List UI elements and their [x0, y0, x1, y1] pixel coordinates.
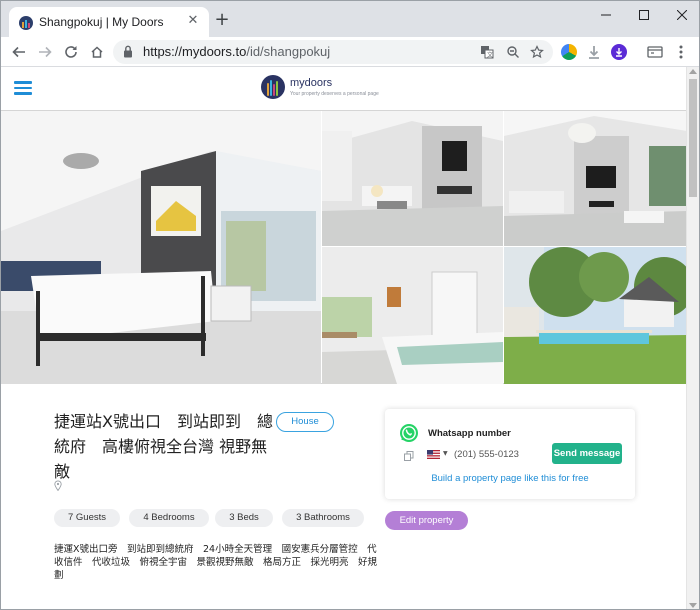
- browser-toolbar: https://mydoors.to/id/shangpokuj 文: [1, 37, 699, 67]
- whatsapp-label: Whatsapp number: [428, 428, 511, 439]
- scroll-up-icon[interactable]: [689, 69, 697, 74]
- translate-icon[interactable]: 文: [479, 44, 495, 60]
- lock-icon: [124, 45, 132, 58]
- country-dropdown-icon[interactable]: ▼: [443, 450, 448, 457]
- photo-gallery: [1, 110, 687, 384]
- zoom-icon[interactable]: [505, 44, 521, 60]
- maximize-icon[interactable]: [625, 1, 663, 29]
- tab-strip: Shangpokuj | My Doors ✕ +: [1, 1, 699, 37]
- profile-icon[interactable]: [647, 44, 663, 60]
- forward-icon[interactable]: [35, 42, 55, 62]
- home-icon[interactable]: [87, 42, 107, 62]
- hamburger-menu-icon[interactable]: [14, 81, 32, 95]
- phone-number: (201) 555-0123: [454, 449, 519, 460]
- scroll-down-icon[interactable]: [689, 603, 697, 608]
- gallery-photo-exterior[interactable]: [504, 247, 687, 384]
- brand-name: mydoors: [290, 77, 333, 89]
- brand-tagline: Your property deserves a personal page: [290, 91, 379, 97]
- edit-property-button[interactable]: Edit property: [385, 511, 468, 530]
- gallery-photo-main[interactable]: [1, 111, 321, 384]
- address-bar[interactable]: https://mydoors.to/id/shangpokuj 文: [113, 40, 553, 64]
- svg-text:文: 文: [487, 51, 493, 59]
- property-title: 捷運站X號出口 到站即到 總統府 高樓俯視全台灣 視野無敵: [54, 412, 273, 481]
- build-property-page-link[interactable]: Build a property page like this for free: [385, 472, 635, 486]
- back-icon[interactable]: [9, 42, 29, 62]
- download-icon[interactable]: [586, 44, 602, 60]
- whatsapp-icon: [400, 424, 418, 442]
- feature-beds: 3 Beds: [215, 509, 273, 527]
- window-controls: [587, 1, 699, 29]
- copy-icon[interactable]: [404, 451, 414, 461]
- menu-icon[interactable]: [673, 44, 689, 60]
- gallery-photo-bedroom-2[interactable]: [322, 247, 503, 384]
- tab-title: Shangpokuj | My Doors: [39, 15, 164, 29]
- page-scrollbar[interactable]: [686, 67, 699, 609]
- mydoors-logo-icon: [261, 75, 285, 99]
- gallery-photo-living-1[interactable]: [322, 111, 503, 246]
- browser-tab[interactable]: Shangpokuj | My Doors ✕: [9, 7, 209, 37]
- star-icon[interactable]: [529, 44, 545, 60]
- location-pin-icon: [54, 480, 62, 491]
- close-window-icon[interactable]: [663, 1, 699, 29]
- feature-bedrooms: 4 Bedrooms: [129, 509, 209, 527]
- send-message-button[interactable]: Send message: [552, 443, 622, 464]
- gallery-photo-living-2[interactable]: [504, 111, 687, 246]
- page-content: mydoors Your property deserves a persona…: [1, 67, 687, 609]
- property-description: 捷運X號出口旁 到站即到總統府 24小時全天管理 國安憲兵分層管控 代收信件 代…: [54, 544, 378, 581]
- scrollbar-thumb[interactable]: [689, 79, 697, 197]
- site-favicon-icon: [19, 16, 33, 30]
- url-text: https://mydoors.to/id/shangpokuj: [143, 44, 331, 59]
- property-type-badge[interactable]: House: [276, 412, 334, 432]
- new-tab-icon[interactable]: +: [213, 11, 231, 29]
- us-flag-icon[interactable]: [427, 450, 440, 459]
- feature-bathrooms: 3 Bathrooms: [282, 509, 364, 527]
- feature-guests: 7 Guests: [54, 509, 120, 527]
- download-manager-icon[interactable]: [611, 44, 627, 60]
- close-tab-icon[interactable]: ✕: [185, 13, 201, 29]
- reload-icon[interactable]: [61, 42, 81, 62]
- browser-window: Shangpokuj | My Doors ✕ + https://mydoor…: [0, 0, 700, 610]
- minimize-icon[interactable]: [587, 1, 625, 29]
- extension-icon[interactable]: [561, 44, 577, 60]
- contact-card: Whatsapp number ▼ (201) 555-0123 Send me…: [385, 409, 635, 499]
